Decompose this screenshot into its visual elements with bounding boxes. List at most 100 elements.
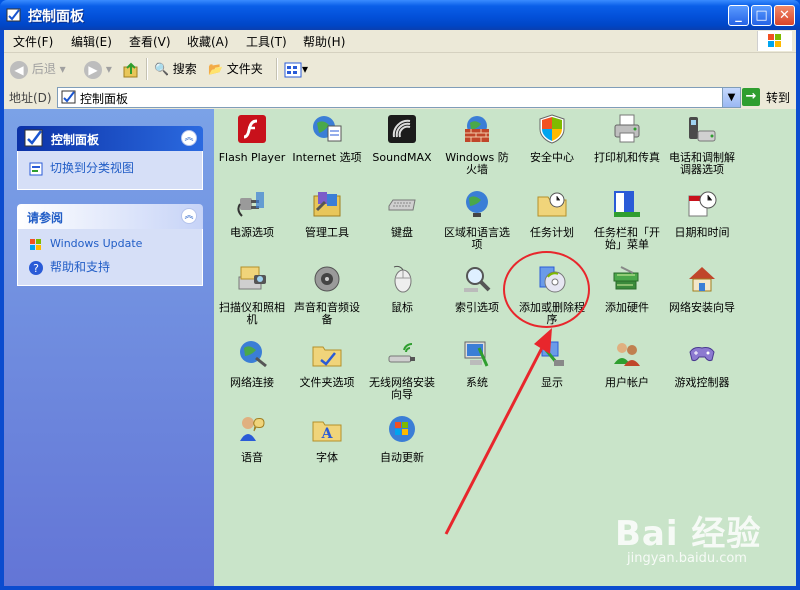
folder-icon: 📂 (208, 62, 223, 76)
address-label: 地址(D) (9, 91, 52, 105)
windows-update-link[interactable]: Windows Update (28, 236, 142, 252)
item-user-accounts[interactable]: 用户帐户 (592, 338, 662, 389)
flash-player-icon (238, 115, 266, 143)
item-security-center[interactable]: 安全中心 (517, 113, 587, 164)
folders-button[interactable]: 📂 文件夹 (208, 59, 263, 79)
help-and-support-link[interactable]: ? 帮助和支持 (28, 258, 110, 276)
minimize-button[interactable]: _ (728, 5, 749, 26)
address-bar: 地址(D) 控制面板 ▼ → 转到 (4, 85, 796, 109)
menu-help[interactable]: 帮助(H) (303, 33, 345, 50)
item-internet-options[interactable]: Internet 选项 (292, 113, 362, 164)
window-title: 控制面板 (28, 9, 84, 25)
go-arrow-icon: → (742, 88, 760, 106)
item-administrative-tools[interactable]: 管理工具 (292, 188, 362, 239)
item-power-options[interactable]: 电源选项 (217, 188, 287, 239)
help-and-support-label: 帮助和支持 (50, 260, 111, 274)
see-also-panel: 请参阅 ︽ Windows Update ? 帮助和支持 (17, 204, 203, 286)
item-game-controllers[interactable]: 游戏控制器 (667, 338, 737, 389)
item-mouse[interactable]: 鼠标 (367, 263, 437, 314)
views-button[interactable]: ▾ (284, 59, 308, 79)
switch-to-category-view-link[interactable]: 切换到分类视图 (28, 159, 134, 177)
search-button[interactable]: 🔍 搜索 (154, 59, 197, 79)
speaker-icon (314, 266, 340, 292)
control-panel-task-panel: 控制面板 ︽ 切换到分类视图 (17, 126, 203, 190)
menu-view[interactable]: 查看(V) (129, 33, 171, 50)
item-folder-options[interactable]: 文件夹选项 (292, 338, 362, 389)
item-scanners-and-cameras[interactable]: 扫描仪和照相机 (217, 263, 287, 326)
item-sounds-and-audio-devices[interactable]: 声音和音频设备 (292, 263, 362, 326)
item-flash-player[interactable]: Flash Player (217, 113, 287, 164)
category-view-icon (29, 162, 43, 175)
baidu-watermark: Bai 经验 jingyan.baidu.com (615, 506, 761, 566)
address-input[interactable]: 控制面板 ▼ (57, 87, 741, 108)
item-printers-and-faxes[interactable]: 打印机和传真 (592, 113, 662, 164)
panel-header-see-also[interactable]: 请参阅 ︽ (17, 204, 203, 229)
item-windows-firewall[interactable]: Windows 防火墙 (442, 113, 512, 176)
back-arrow-icon: ◀ (10, 60, 28, 79)
item-taskbar-and-start-menu[interactable]: 任务栏和「开始」菜单 (592, 188, 662, 251)
svg-text:A: A (321, 426, 334, 442)
user-accounts-icon (614, 343, 640, 366)
address-dropdown-icon[interactable]: ▼ (722, 88, 740, 107)
item-network-connections[interactable]: 网络连接 (217, 338, 287, 389)
control-panel-small-icon (61, 90, 76, 104)
go-label: 转到 (766, 91, 791, 105)
item-add-hardware[interactable]: 添加硬件 (592, 263, 662, 314)
item-wireless-network-setup-wizard[interactable]: 无线网络安装向导 (367, 338, 437, 401)
search-icon: 🔍 (154, 62, 169, 76)
menu-edit[interactable]: 编辑(E) (71, 33, 112, 50)
panel-title: 请参阅 (27, 211, 64, 225)
fonts-folder-icon: A (312, 421, 342, 442)
speech-icon (240, 417, 265, 441)
collapse-chevron-icon[interactable]: ︽ (181, 208, 197, 224)
admin-tools-icon (313, 192, 341, 217)
search-label: 搜索 (172, 62, 197, 76)
item-network-setup-wizard[interactable]: 网络安装向导 (667, 263, 737, 314)
up-folder-button[interactable] (122, 59, 140, 79)
firewall-icon (465, 116, 489, 142)
item-soundmax[interactable]: SoundMAX (367, 113, 437, 164)
windows-logo-icon (757, 31, 792, 51)
item-indexing-options[interactable]: 索引选项 (442, 263, 512, 314)
forward-arrow-icon: ▶ (84, 60, 102, 79)
panel-header-control-panel[interactable]: 控制面板 ︽ (17, 126, 203, 151)
control-panel-window: 控制面板 _ □ ✕ 文件(F) 编辑(E) 查看(V) 收藏(A) 工具(T)… (0, 0, 800, 590)
wireless-adapter-icon (388, 343, 415, 363)
magnifier-icon (464, 267, 491, 292)
title-bar[interactable]: 控制面板 _ □ ✕ (0, 0, 800, 30)
panel-title: 控制面板 (51, 133, 100, 147)
go-button[interactable]: → 转到 (742, 87, 794, 107)
scanner-camera-icon (238, 266, 266, 290)
back-label: 后退 (31, 62, 56, 76)
scheduled-tasks-folder-icon (537, 192, 567, 217)
windows-update-label: Windows Update (50, 237, 143, 250)
taskbar-icon (614, 191, 640, 217)
menu-file[interactable]: 文件(F) (13, 33, 53, 50)
close-button[interactable]: ✕ (774, 5, 795, 26)
globe-icon (466, 191, 488, 217)
menu-tools[interactable]: 工具(T) (246, 33, 287, 50)
menu-favorites[interactable]: 收藏(A) (187, 33, 229, 50)
item-fonts[interactable]: A 字体 (292, 413, 362, 464)
item-keyboard[interactable]: 键盘 (367, 188, 437, 239)
item-phone-and-modem-options[interactable]: 电话和调制解调器选项 (667, 113, 737, 176)
item-date-and-time[interactable]: 日期和时间 (667, 188, 737, 239)
security-shield-icon (539, 114, 565, 144)
internet-options-icon (313, 116, 342, 142)
back-button[interactable]: ◀ 后退 ▾ (10, 59, 66, 79)
control-panel-icon (6, 8, 21, 22)
task-sidebar: 控制面板 ︽ 切换到分类视图 请参阅 ︽ Windows Update ? 帮助… (4, 109, 214, 586)
item-speech[interactable]: 语音 (217, 413, 287, 464)
maximize-button[interactable]: □ (751, 5, 772, 26)
item-automatic-updates[interactable]: 自动更新 (367, 413, 437, 464)
item-scheduled-tasks[interactable]: 任务计划 (517, 188, 587, 239)
add-hardware-icon (613, 266, 639, 290)
network-globe-icon (240, 341, 267, 368)
item-regional-and-language-options[interactable]: 区域和语言选项 (442, 188, 512, 251)
highlight-ring (503, 251, 590, 328)
address-value: 控制面板 (80, 92, 129, 106)
windows-update-icon (30, 239, 41, 250)
control-panel-items-view: Flash Player Internet 选项 SoundMAX Window… (214, 109, 796, 586)
collapse-chevron-icon[interactable]: ︽ (181, 130, 197, 146)
forward-button[interactable]: ▶ ▾ (84, 59, 112, 79)
